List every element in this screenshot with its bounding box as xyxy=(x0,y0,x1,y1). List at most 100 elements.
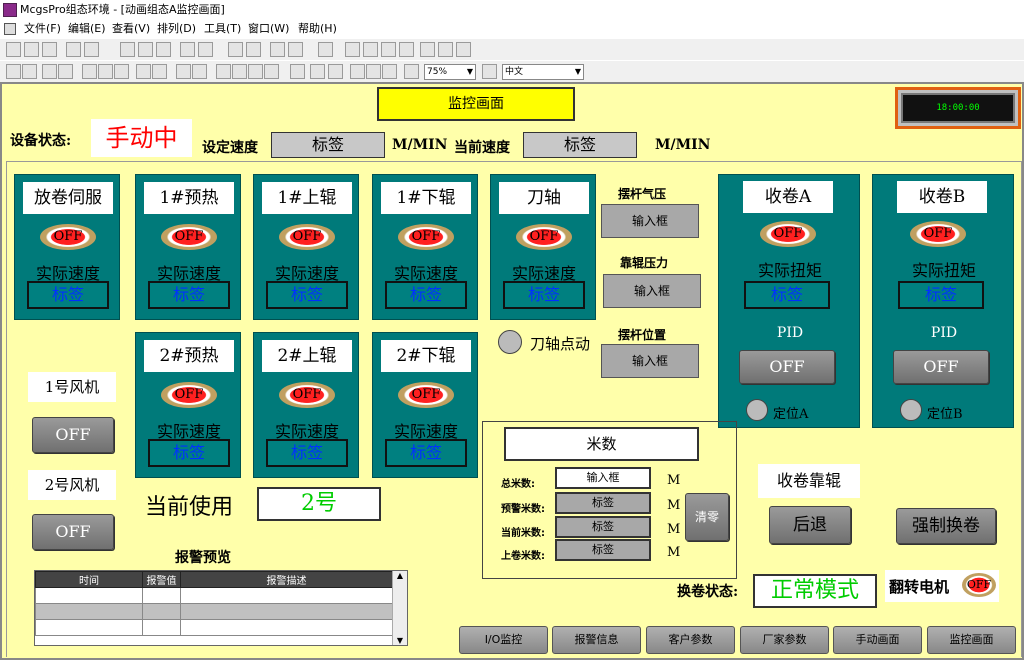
back-icon[interactable] xyxy=(363,42,378,57)
backward-icon[interactable] xyxy=(399,42,414,57)
align-right-icon[interactable] xyxy=(24,42,39,57)
set-speed-label: 设定速度 xyxy=(202,140,258,156)
forward-icon[interactable] xyxy=(381,42,396,57)
flip-icon[interactable] xyxy=(246,42,261,57)
same-width-icon[interactable] xyxy=(120,42,135,57)
front-icon[interactable] xyxy=(345,42,360,57)
back-button[interactable]: 后退 xyxy=(769,506,851,544)
fan2-button[interactable]: OFF xyxy=(32,514,114,550)
menu-help[interactable]: 帮助(H) xyxy=(298,20,337,38)
panel-title: 1#上辊 xyxy=(262,182,352,214)
position-a-indicator[interactable] xyxy=(746,399,768,421)
paste-icon[interactable] xyxy=(114,64,129,79)
meter-unit: M xyxy=(667,473,681,488)
speed-value: 标签 xyxy=(148,439,230,467)
scroll-down-icon[interactable]: ▼ xyxy=(393,636,407,645)
same-size-icon[interactable] xyxy=(156,42,171,57)
property-icon[interactable] xyxy=(350,64,365,79)
menu-arrange[interactable]: 排列(D) xyxy=(157,20,196,38)
tools-icon[interactable] xyxy=(176,64,191,79)
table-row[interactable] xyxy=(35,603,393,620)
check-icon[interactable] xyxy=(366,64,381,79)
menu-file[interactable]: 文件(F) xyxy=(24,20,61,38)
help-icon[interactable] xyxy=(404,64,419,79)
meter-row-label: 总米数: xyxy=(501,479,535,490)
align-left-icon[interactable] xyxy=(6,42,21,57)
undo-icon[interactable] xyxy=(136,64,151,79)
nav-monitor-screen[interactable]: 监控画面 xyxy=(927,626,1016,654)
speed-value: 标签 xyxy=(385,281,467,309)
lock-icon[interactable] xyxy=(420,42,435,57)
knife-jog-indicator[interactable] xyxy=(498,330,522,354)
meter-title: 米数 xyxy=(504,427,699,461)
align-bottom-icon[interactable] xyxy=(66,42,81,57)
menu-window[interactable]: 窗口(W) xyxy=(248,20,289,38)
panel-preheat-1: 1#预热 OFF 实际速度 标签 xyxy=(135,174,241,320)
preview-icon[interactable] xyxy=(58,64,73,79)
new-icon[interactable] xyxy=(6,64,21,79)
panel-upper-roll-1: 1#上辊 OFF 实际速度 标签 xyxy=(253,174,359,320)
text-icon[interactable] xyxy=(264,64,279,79)
nav-factory-params[interactable]: 厂家参数 xyxy=(740,626,829,654)
hspace-icon[interactable] xyxy=(180,42,195,57)
alarm-grid: 时间 报警值 报警描述 xyxy=(35,571,393,636)
menu-edit[interactable]: 编辑(E) xyxy=(68,20,106,38)
scrollbar[interactable]: ▲ ▼ xyxy=(392,571,407,645)
rotate-icon[interactable] xyxy=(228,42,243,57)
mirror-icon[interactable] xyxy=(270,42,285,57)
change-status-value: 正常模式 xyxy=(753,574,877,608)
redo-icon[interactable] xyxy=(152,64,167,79)
speed-value: 标签 xyxy=(27,281,109,309)
nav-customer-params[interactable]: 客户参数 xyxy=(646,626,735,654)
total-meter-input[interactable]: 输入框 xyxy=(555,467,651,489)
language-select[interactable]: 中文 ▼ xyxy=(502,64,584,80)
group-icon[interactable] xyxy=(318,42,333,57)
table-icon[interactable] xyxy=(310,64,325,79)
roll-pressure-input[interactable]: 输入框 xyxy=(603,274,701,308)
copy-icon[interactable] xyxy=(98,64,113,79)
fan1-button[interactable]: OFF xyxy=(32,417,114,453)
table-row[interactable] xyxy=(35,587,393,604)
pid-a-button[interactable]: OFF xyxy=(739,350,835,384)
calendar-icon[interactable] xyxy=(328,64,343,79)
align-top-icon[interactable] xyxy=(42,42,57,57)
table-row[interactable] xyxy=(35,619,393,636)
scroll-up-icon[interactable]: ▲ xyxy=(393,571,407,580)
pointer-icon[interactable] xyxy=(192,64,207,79)
device-status-label: 设备状态: xyxy=(10,133,72,149)
layer-icon[interactable] xyxy=(290,64,305,79)
cut-icon[interactable] xyxy=(82,64,97,79)
swing-air-input[interactable]: 输入框 xyxy=(601,204,699,238)
clear-button[interactable]: 清零 xyxy=(685,493,729,541)
swing-position-input[interactable]: 输入框 xyxy=(601,344,699,378)
snap-icon[interactable] xyxy=(456,42,471,57)
palette-icon[interactable] xyxy=(232,64,247,79)
nav-manual-screen[interactable]: 手动画面 xyxy=(833,626,922,654)
torque-value: 标签 xyxy=(898,281,984,309)
mirror-v-icon[interactable] xyxy=(288,42,303,57)
torque-value: 标签 xyxy=(744,281,830,309)
alarm-table[interactable]: 时间 报警值 报警描述 ▲ ▼ xyxy=(34,570,408,646)
font-icon[interactable] xyxy=(482,64,497,79)
save-icon[interactable] xyxy=(22,64,37,79)
pid-b-button[interactable]: OFF xyxy=(893,350,989,384)
nav-alarm-info[interactable]: 报警信息 xyxy=(552,626,641,654)
variable-icon[interactable] xyxy=(382,64,397,79)
menu-tools[interactable]: 工具(T) xyxy=(204,20,241,38)
fill-icon[interactable] xyxy=(248,64,263,79)
zoom-select[interactable]: 75% ▼ xyxy=(424,64,476,80)
force-change-button[interactable]: 强制换卷 xyxy=(896,508,996,544)
doc-icon[interactable] xyxy=(4,23,16,35)
window-icon[interactable] xyxy=(216,64,231,79)
set-speed-unit: M/MIN xyxy=(392,137,448,153)
device-status-value: 手动中 xyxy=(91,119,192,157)
grid-icon[interactable] xyxy=(438,42,453,57)
align-center-icon[interactable] xyxy=(84,42,99,57)
position-b-indicator[interactable] xyxy=(900,399,922,421)
print-icon[interactable] xyxy=(42,64,57,79)
menu-bar: 文件(F) 编辑(E) 查看(V) 排列(D) 工具(T) 窗口(W) 帮助(H… xyxy=(0,20,1024,38)
vspace-icon[interactable] xyxy=(198,42,213,57)
nav-io-monitor[interactable]: I/O监控 xyxy=(459,626,548,654)
menu-view[interactable]: 查看(V) xyxy=(112,20,150,38)
same-height-icon[interactable] xyxy=(138,42,153,57)
